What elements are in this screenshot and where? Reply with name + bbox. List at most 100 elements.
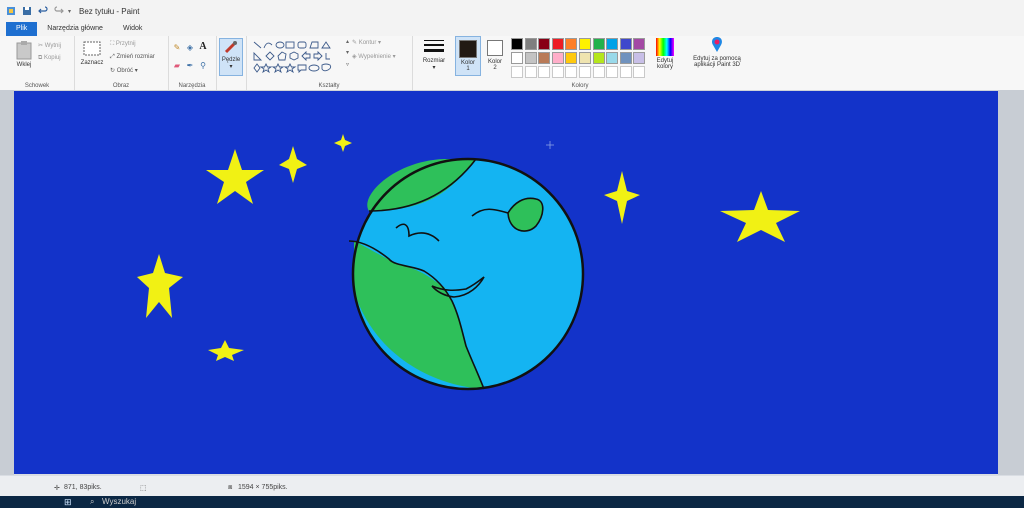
paste-label: Wklej bbox=[16, 62, 32, 68]
star bbox=[720, 191, 800, 242]
palette-swatch[interactable] bbox=[551, 52, 564, 64]
pencil-icon[interactable]: ✎ bbox=[173, 44, 181, 52]
shapes-expand-icon[interactable]: ▿ bbox=[346, 61, 349, 68]
palette-swatch[interactable] bbox=[511, 66, 523, 78]
text-tool-label: A bbox=[199, 41, 207, 52]
palette-swatch[interactable] bbox=[606, 52, 619, 64]
brushes-group: Pędzle ▾ bbox=[216, 36, 247, 90]
brush-icon bbox=[224, 41, 237, 54]
drawing bbox=[137, 134, 800, 391]
palette-swatch[interactable] bbox=[633, 38, 646, 50]
paint3d-icon bbox=[712, 37, 722, 52]
workspace-left bbox=[0, 90, 14, 475]
color1-button[interactable]: Kolor 1 bbox=[455, 36, 481, 76]
search-icon[interactable]: ⌕ bbox=[90, 497, 94, 507]
copy-button[interactable]: ⧉ Kopiuj bbox=[38, 55, 61, 62]
palette-swatch[interactable] bbox=[511, 38, 523, 50]
palette-swatch[interactable] bbox=[606, 66, 619, 78]
quick-access-dropdown-icon[interactable]: ▾ bbox=[68, 8, 71, 15]
shapes-scroll-down-icon[interactable]: ▾ bbox=[346, 49, 349, 56]
star bbox=[206, 149, 264, 204]
edit-colors-button[interactable]: Edytuj kolory bbox=[652, 36, 678, 70]
crop-button[interactable]: ⛶ Przytnij bbox=[110, 41, 136, 48]
clipboard-group: Wklej ✂ Wytnij ⧉ Kopiuj Schowek bbox=[0, 36, 75, 90]
palette-swatch[interactable] bbox=[633, 52, 646, 64]
cut-label: Wytnij bbox=[44, 43, 61, 49]
ribbon: Wklej ✂ Wytnij ⧉ Kopiuj Schowek Zaznacz … bbox=[0, 36, 1024, 91]
selection-size-icon: ⬚ bbox=[140, 485, 147, 492]
resize-button[interactable]: ⤢ Zmień rozmiar bbox=[110, 54, 155, 61]
palette-swatch[interactable] bbox=[551, 66, 564, 78]
outline-button[interactable]: ✎ Kontur ▾ bbox=[352, 39, 381, 46]
palette-swatch[interactable] bbox=[579, 66, 591, 78]
palette-swatch[interactable] bbox=[524, 66, 537, 78]
canvas-size-icon: ⧈ bbox=[228, 484, 233, 491]
palette-swatch[interactable] bbox=[592, 38, 605, 50]
palette-swatch[interactable] bbox=[538, 52, 551, 64]
paint3d-button[interactable]: Edytuj za pomocą aplikacji Paint 3D bbox=[682, 36, 752, 68]
eraser-icon[interactable]: ▰ bbox=[173, 62, 181, 70]
palette-swatch[interactable] bbox=[592, 66, 605, 78]
outline-icon: ✎ bbox=[352, 40, 358, 46]
canvas-dimensions: 1594 × 755piks. bbox=[238, 484, 288, 491]
palette-swatch[interactable] bbox=[606, 38, 619, 50]
palette-swatch[interactable] bbox=[524, 38, 537, 50]
redo-icon[interactable] bbox=[54, 6, 64, 16]
cut-button[interactable]: ✂ Wytnij bbox=[38, 42, 61, 49]
cursor-position-icon: ✛ bbox=[54, 485, 60, 492]
tab-file[interactable]: Plik bbox=[6, 22, 38, 36]
palette-swatch[interactable] bbox=[511, 52, 523, 64]
palette-swatch[interactable] bbox=[579, 52, 591, 64]
shapes-scroll-up-icon[interactable]: ▴ bbox=[346, 38, 349, 45]
drawing-canvas[interactable] bbox=[14, 91, 998, 474]
palette-swatch[interactable] bbox=[565, 52, 578, 64]
taskbar-search-label[interactable]: Wyszukaj bbox=[102, 497, 136, 507]
palette-swatch[interactable] bbox=[565, 38, 578, 50]
brushes-dropdown-icon: ▾ bbox=[229, 64, 233, 70]
palette-swatch[interactable] bbox=[619, 38, 632, 50]
size-button[interactable]: Rozmiar ▾ bbox=[418, 38, 450, 71]
rotate-button[interactable]: ↻ Obróć ▾ bbox=[110, 67, 138, 74]
resize-label: Zmień rozmiar bbox=[116, 54, 155, 60]
windows-start-icon[interactable]: ⊞ bbox=[64, 497, 72, 507]
palette-swatch[interactable] bbox=[633, 66, 646, 78]
size-dropdown-icon: ▾ bbox=[432, 65, 436, 71]
star bbox=[279, 146, 307, 183]
text-tool-icon[interactable]: A bbox=[199, 41, 207, 52]
palette-swatch[interactable] bbox=[619, 52, 632, 64]
palette-swatch[interactable] bbox=[551, 38, 564, 50]
window-title: Bez tytułu - Paint bbox=[79, 6, 140, 16]
cursor-position: 871, 83piks. bbox=[64, 484, 102, 491]
fill-button[interactable]: ◈ Wypełnienie ▾ bbox=[352, 53, 396, 60]
tab-home[interactable]: Narzędzia główne bbox=[37, 22, 113, 36]
color2-number: 2 bbox=[493, 65, 497, 71]
palette-swatch[interactable] bbox=[565, 66, 578, 78]
color2-button[interactable]: Kolor 2 bbox=[483, 36, 507, 76]
image-group: Zaznacz ⛶ Przytnij ⤢ Zmień rozmiar ↻ Obr… bbox=[74, 36, 169, 90]
color1-number: 1 bbox=[466, 66, 470, 72]
brushes-button[interactable]: Pędzle ▾ bbox=[219, 38, 243, 76]
fill-bucket-icon[interactable]: ◈ bbox=[186, 44, 194, 52]
palette-swatch[interactable] bbox=[524, 52, 537, 64]
undo-icon[interactable] bbox=[38, 6, 48, 16]
save-icon[interactable] bbox=[22, 6, 32, 16]
magnifier-icon[interactable]: ⚲ bbox=[199, 62, 207, 70]
palette-swatch[interactable] bbox=[579, 38, 591, 50]
palette-swatch[interactable] bbox=[538, 66, 551, 78]
tools-group: ✎ ◈ A ▰ ✒ ⚲ Narzędzia bbox=[168, 36, 217, 90]
palette-swatch[interactable] bbox=[592, 52, 605, 64]
select-button[interactable]: Zaznacz bbox=[78, 40, 106, 66]
tab-view[interactable]: Widok bbox=[113, 22, 152, 36]
line-size-icon bbox=[424, 40, 444, 52]
palette-swatch[interactable] bbox=[619, 66, 632, 78]
shapes-group-label: Kształty bbox=[318, 83, 340, 89]
earth bbox=[348, 157, 585, 391]
color-picker-icon[interactable]: ✒ bbox=[186, 62, 194, 70]
color2-swatch bbox=[487, 40, 503, 56]
select-icon bbox=[83, 41, 101, 56]
paste-button[interactable]: Wklej bbox=[12, 40, 36, 68]
palette-swatch[interactable] bbox=[538, 38, 551, 50]
title-bar: ▾ Bez tytułu - Paint bbox=[0, 0, 1024, 22]
tools-group-label: Narzędzia bbox=[178, 83, 206, 89]
ribbon-tabs: Plik Narzędzia główne Widok bbox=[0, 22, 1024, 36]
